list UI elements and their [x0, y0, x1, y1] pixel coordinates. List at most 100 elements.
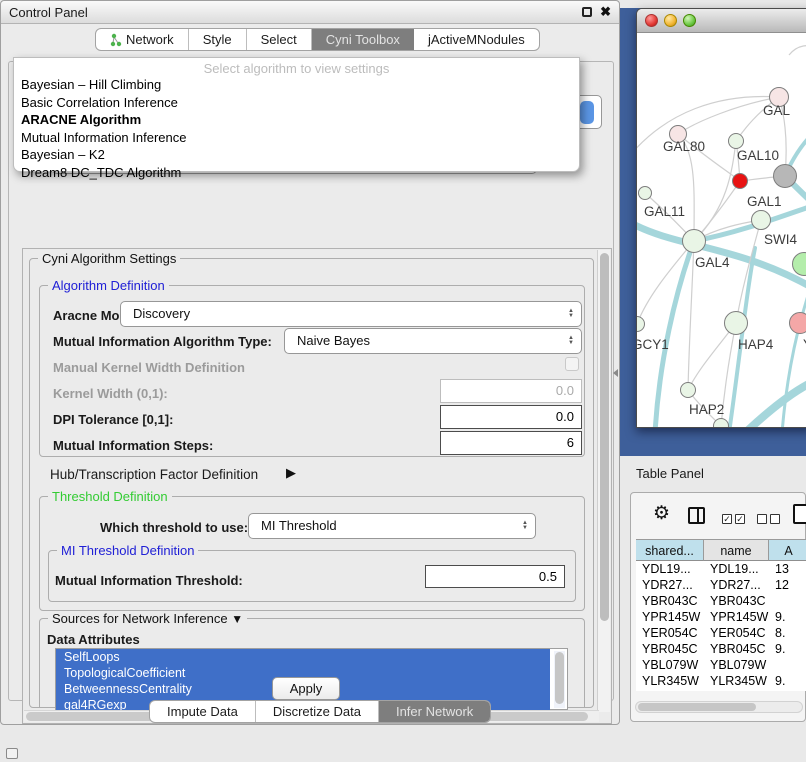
dropdown-item[interactable]: Bayesian – K2: [14, 146, 579, 164]
checked-boxes-icon[interactable]: ✓✓: [722, 510, 748, 528]
network-node-hap4[interactable]: [724, 311, 748, 335]
tab-cyni-toolbox[interactable]: Cyni Toolbox: [312, 29, 414, 50]
settings-vscrollbar[interactable]: [597, 250, 610, 712]
dropdown-item[interactable]: Basic Correlation Inference: [14, 94, 579, 112]
column-header-3[interactable]: A: [769, 539, 806, 561]
group-title: Cyni Algorithm Settings: [38, 251, 180, 266]
attribute-item[interactable]: SelfLoops: [56, 649, 550, 665]
which-threshold-combo[interactable]: MI Threshold ▲▼: [248, 513, 536, 539]
gear-icon[interactable]: ⚙: [653, 502, 670, 525]
network-node[interactable]: [713, 418, 729, 428]
table-row[interactable]: YLR345WYLR345W9.: [636, 674, 806, 690]
document-icon[interactable]: [793, 504, 806, 524]
column-header-2[interactable]: name: [704, 539, 769, 561]
tab-discretize-data[interactable]: Discretize Data: [256, 701, 379, 722]
list-scrollbar[interactable]: [554, 651, 565, 708]
table-cell: 9.: [775, 642, 785, 656]
tab-impute-data[interactable]: Impute Data: [150, 701, 256, 722]
mi-type-combo[interactable]: Naive Bayes ▲▼: [284, 328, 582, 354]
column-header-1[interactable]: shared...: [636, 539, 704, 561]
unchecked-boxes-icon[interactable]: [757, 510, 783, 528]
table-row[interactable]: YPR145WYPR145W9.: [636, 610, 806, 626]
tab-select[interactable]: Select: [247, 29, 312, 50]
table-row[interactable]: YER054CYER054C8.: [636, 626, 806, 642]
dpi-tolerance-input[interactable]: 0.0: [440, 405, 582, 429]
zoom-traffic-light-icon[interactable]: [683, 14, 696, 27]
table-row[interactable]: YIL052C YIL052C 9.: [636, 690, 806, 691]
table-cell: 9.: [775, 690, 785, 691]
mi-threshold-definition-group: MI Threshold Definition Mutual Informati…: [48, 550, 576, 602]
network-node-gal11[interactable]: [638, 186, 652, 200]
scrollbar-thumb[interactable]: [638, 703, 756, 711]
minimized-panel-icon[interactable]: [6, 748, 18, 759]
table-cell: YBR045C: [710, 642, 766, 656]
network-icon: [110, 33, 122, 47]
expand-arrow-icon[interactable]: ▶: [286, 465, 296, 481]
collapse-arrow-icon[interactable]: ▼: [231, 612, 243, 626]
algorithm-definition-title: Algorithm Definition: [48, 278, 169, 293]
tab-style[interactable]: Style: [189, 29, 247, 50]
table-row[interactable]: YDR27...YDR27...12: [636, 578, 806, 594]
tab-jactivemnodules[interactable]: jActiveMNodules: [414, 29, 539, 50]
table-row[interactable]: YDL19...YDL19...13: [636, 562, 806, 578]
tab-infer-network[interactable]: Infer Network: [379, 701, 490, 722]
table-cell: YIL052C: [710, 690, 759, 691]
table-hscrollbar[interactable]: [635, 701, 803, 713]
tab-network[interactable]: Network: [96, 29, 189, 50]
table-cell: 12: [775, 578, 789, 592]
network-node-y[interactable]: [789, 312, 806, 334]
threshold-definition-title: Threshold Definition: [48, 489, 172, 504]
network-node-swi4[interactable]: [751, 210, 771, 230]
network-node-gal10[interactable]: [728, 133, 744, 149]
float-window-icon[interactable]: [582, 7, 592, 17]
kernel-width-input[interactable]: 0.0: [440, 379, 582, 403]
network-canvas[interactable]: GALGAL80GAL10GAL1GAL11SWI4GAL4GCY1HAP4YH…: [637, 33, 806, 428]
table-cell: YBR043C: [642, 594, 698, 608]
stepper-icon: ▲▼: [568, 336, 574, 346]
scrollbar-thumb[interactable]: [600, 253, 609, 621]
node-label: GAL11: [644, 204, 685, 219]
mi-type-value: Naive Bayes: [297, 333, 370, 348]
splitter-collapse-icon[interactable]: [613, 369, 618, 377]
manual-kernel-checkbox[interactable]: [565, 357, 579, 371]
bottom-tab-bar: Impute DataDiscretize DataInfer Network: [149, 700, 491, 723]
table-cell: YPR145W: [710, 610, 768, 624]
dropdown-item[interactable]: Bayesian – Hill Climbing: [14, 76, 579, 94]
dropdown-item[interactable]: ARACNE Algorithm: [14, 111, 579, 129]
control-panel-tab-bar: NetworkStyleSelect Cyni Toolbox jActiveMNo…: [95, 28, 540, 51]
close-icon[interactable]: ✖: [600, 4, 611, 20]
close-traffic-light-icon[interactable]: [645, 14, 658, 27]
mi-threshold-definition-title: MI Threshold Definition: [57, 543, 198, 558]
aracne-mode-combo[interactable]: Discovery ▲▼: [120, 301, 582, 327]
node-label: GAL80: [663, 139, 705, 154]
combo-focus-stepper[interactable]: [580, 101, 594, 124]
dropdown-item[interactable]: Mutual Information Inference: [14, 129, 579, 147]
node-label: GAL: [763, 103, 790, 118]
minimize-traffic-light-icon[interactable]: [664, 14, 677, 27]
table-row[interactable]: YBR043CYBR043C: [636, 594, 806, 610]
node-label: HAP2: [689, 402, 724, 417]
mi-threshold-input[interactable]: 0.5: [425, 565, 565, 588]
table-cell: YDR27...: [642, 578, 693, 592]
mi-steps-input[interactable]: 6: [440, 431, 582, 455]
hub-definition-label[interactable]: Hub/Transcription Factor Definition: [50, 467, 258, 482]
table-cell: YIL052C: [642, 690, 691, 691]
dropdown-placeholder: Select algorithm to view settings: [14, 58, 579, 76]
network-node-gal4[interactable]: [682, 229, 706, 253]
network-window-titlebar: [637, 9, 806, 33]
network-node[interactable]: [773, 164, 797, 188]
table-cell: YBL079W: [710, 658, 766, 672]
table-row[interactable]: YBR045CYBR045C9.: [636, 642, 806, 658]
apply-button[interactable]: Apply: [272, 677, 340, 700]
mi-steps-label: Mutual Information Steps:: [53, 438, 213, 453]
tab-label: Cyni Toolbox: [326, 32, 400, 47]
stepper-icon: ▲▼: [568, 309, 574, 319]
tab-label: jActiveMNodules: [428, 32, 525, 47]
column-split-icon[interactable]: [688, 507, 705, 524]
network-node-gal1[interactable]: [732, 173, 748, 189]
dropdown-item[interactable]: Dream8 DC_TDC Algorithm: [14, 164, 579, 182]
network-node-hap2[interactable]: [680, 382, 696, 398]
node-label: GAL4: [695, 255, 730, 270]
node-table[interactable]: shared...nameA YDL19...YDL19...13YDR27..…: [636, 539, 806, 691]
table-row[interactable]: YBL079WYBL079W: [636, 658, 806, 674]
